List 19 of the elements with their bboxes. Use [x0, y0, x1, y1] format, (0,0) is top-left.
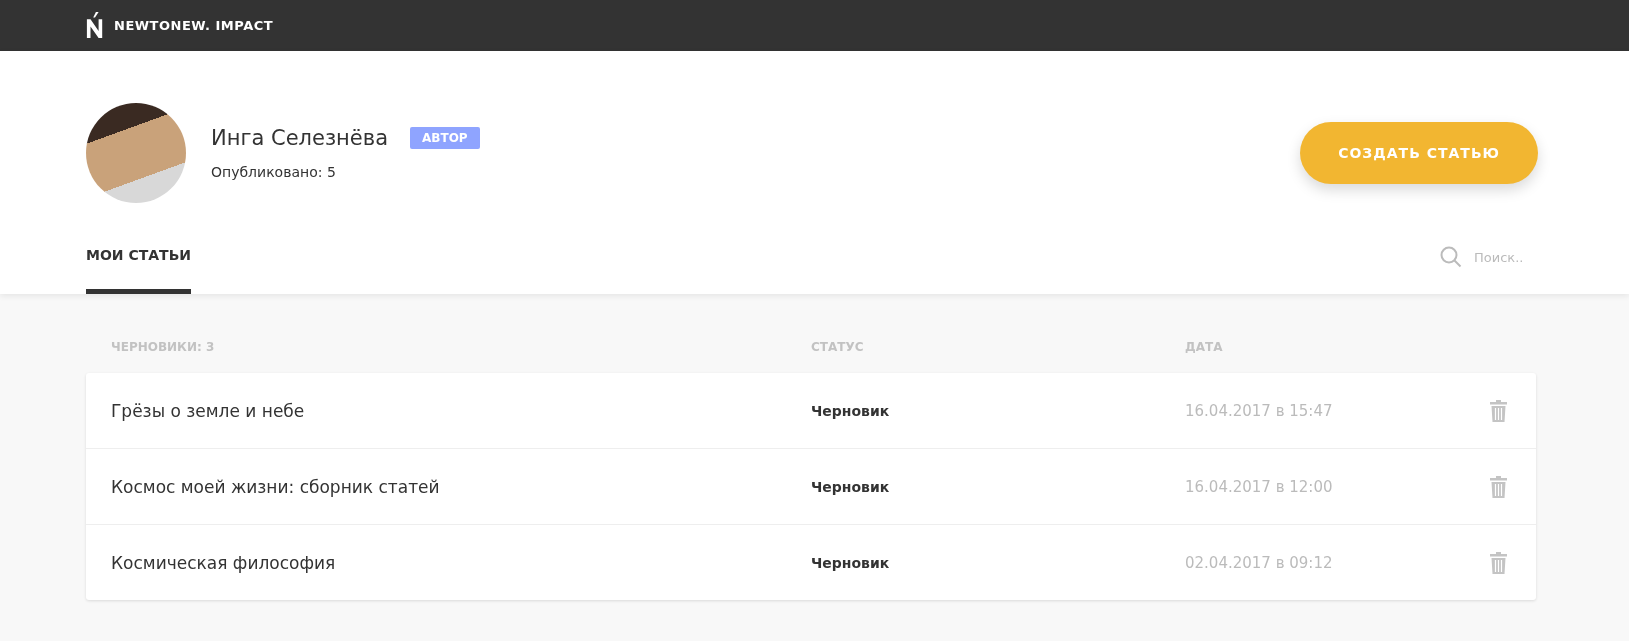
user-name: Инга Селезнёва	[211, 126, 388, 150]
date-cell-text: 16.04.2017 в 15:47	[1185, 401, 1334, 420]
search-icon	[1440, 246, 1462, 268]
tab[interactable]: МОИ СТАТЬИ	[86, 237, 192, 294]
status-cell-text: Черновик	[811, 402, 891, 419]
status-cell-text: Черновик	[811, 554, 891, 571]
brand-name[interactable]: NEWTONEW. IMPACT	[114, 18, 274, 33]
published-count: Опубликовано: 5	[211, 164, 337, 180]
status-cell-text: Черновик	[811, 478, 891, 495]
trash-icon[interactable]	[1490, 475, 1507, 498]
logo-icon[interactable]	[86, 12, 104, 39]
trash-icon[interactable]	[1490, 551, 1507, 574]
article-title[interactable]: Грёзы о земле и небе	[111, 400, 811, 421]
article-title[interactable]: Космос моей жизни: сборник статей	[111, 476, 811, 497]
role-badge: АВТОР	[410, 127, 480, 149]
date-cell-text: 16.04.2017 в 12:00	[1185, 477, 1334, 496]
trash-icon[interactable]	[1490, 399, 1507, 422]
article-title[interactable]: Космическая философия	[111, 552, 811, 573]
date-cell-text: 02.04.2017 в 09:12	[1185, 553, 1334, 572]
